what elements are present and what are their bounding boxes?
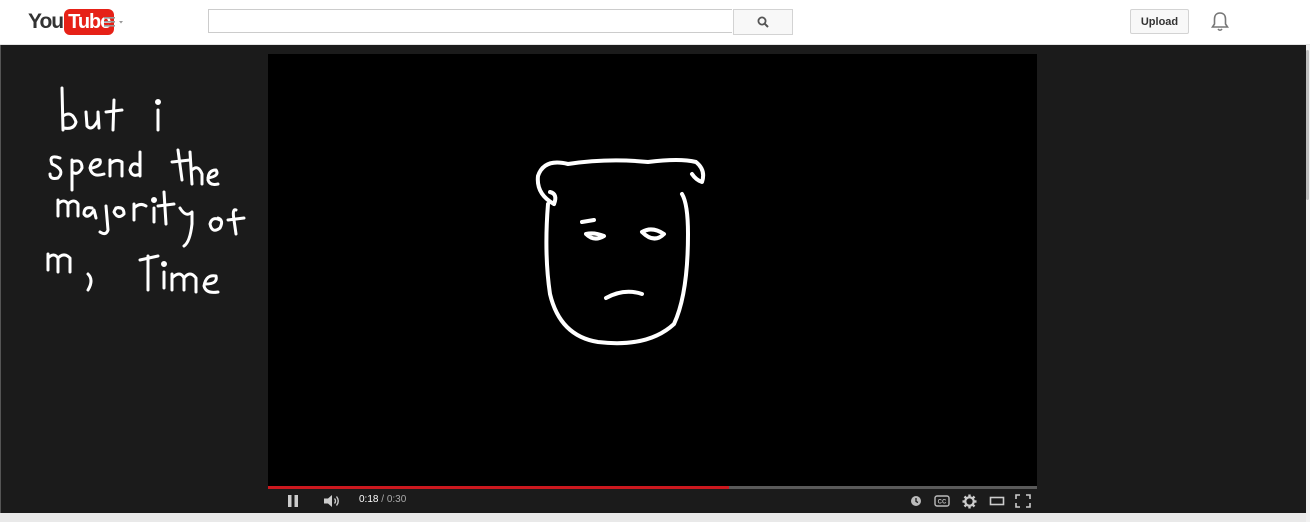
theater-mode-icon: [989, 496, 1005, 506]
search-button[interactable]: [733, 9, 793, 35]
svg-text:CC: CC: [938, 500, 947, 506]
search-box: [208, 9, 732, 33]
pause-button[interactable]: [282, 489, 304, 513]
settings-icon: [962, 494, 976, 508]
masthead: You Tube Upload: [0, 0, 1310, 45]
volume-icon: [324, 495, 339, 507]
watch-later-button[interactable]: [906, 489, 926, 513]
fullscreen-button[interactable]: [1012, 489, 1034, 513]
watch-later-icon: [911, 496, 921, 506]
time-separator: /: [381, 494, 385, 505]
drawn-face-illustration: [535, 158, 706, 346]
volume-button[interactable]: [320, 489, 346, 513]
page-bottom-strip: [0, 513, 1306, 522]
player-controls: 0:18 / 0:30 CC: [268, 489, 1037, 513]
time-display: 0:18 / 0:30: [359, 494, 406, 505]
handwritten-note: [40, 80, 255, 310]
video-player[interactable]: 0:18 / 0:30 CC: [268, 54, 1037, 513]
search-icon: [757, 16, 769, 28]
logo-you: You: [28, 10, 64, 33]
fullscreen-icon: [1015, 494, 1031, 508]
upload-button[interactable]: Upload: [1130, 9, 1189, 34]
settings-button[interactable]: [958, 489, 980, 513]
pause-icon: [288, 495, 298, 507]
guide-menu-icon[interactable]: [104, 15, 126, 29]
current-time: 0:18: [359, 494, 379, 505]
theater-mode-button[interactable]: [986, 489, 1008, 513]
duration: 0:30: [386, 494, 407, 505]
captions-button[interactable]: CC: [932, 489, 952, 513]
video-frame[interactable]: [268, 54, 1037, 486]
notification-bell-icon[interactable]: [1210, 11, 1230, 33]
scrollbar-thumb[interactable]: [1306, 50, 1309, 200]
stage-left-border: [0, 45, 1, 513]
youtube-logo[interactable]: You Tube: [28, 9, 115, 35]
search-input[interactable]: [209, 10, 732, 32]
captions-icon: CC: [934, 495, 950, 507]
